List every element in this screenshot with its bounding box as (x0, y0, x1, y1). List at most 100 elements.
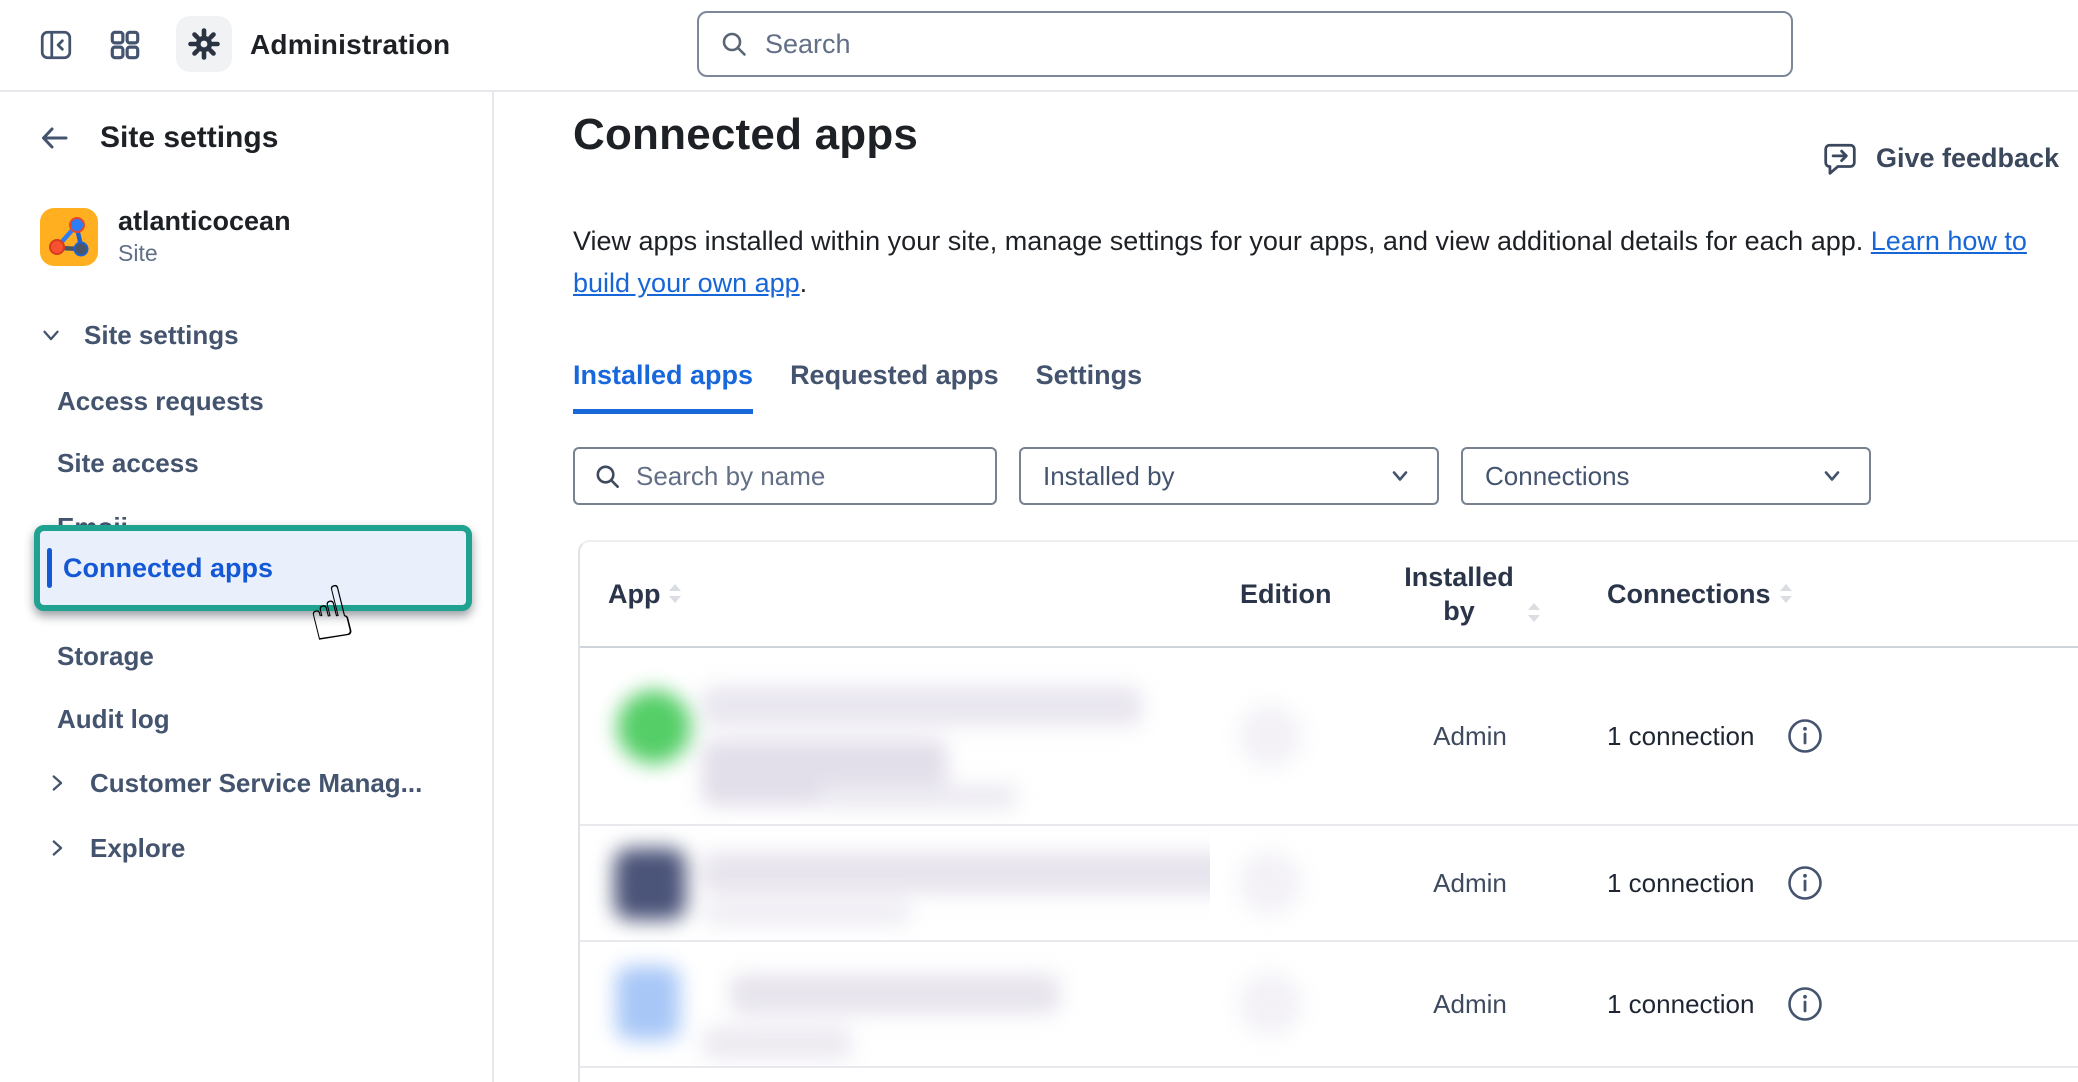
table-row[interactable]: Admin 1 connection (580, 648, 2078, 826)
app-icon-redacted (617, 690, 691, 764)
column-label: App (608, 579, 660, 610)
connections-count: 1 connection (1607, 989, 1754, 1020)
sidebar-collapse-button[interactable] (38, 27, 74, 63)
selected-indicator-bar (47, 548, 52, 588)
connections-cell: 1 connection (1560, 648, 2078, 824)
sidebar-heading: Site settings (100, 121, 278, 155)
installed-by-cell (1380, 1068, 1560, 1082)
installed-by-cell: Admin (1380, 648, 1560, 824)
connections-dropdown-label: Connections (1485, 461, 1630, 492)
sidebar-item-label: Explore (90, 833, 185, 864)
sidebar-item-connected-apps[interactable]: Connected apps (40, 531, 466, 605)
app-switcher-grid-icon (107, 27, 143, 63)
edition-cell-redacted (1210, 1068, 1380, 1082)
app-cell-redacted (580, 648, 1210, 824)
edition-cell-redacted (1210, 942, 1380, 1066)
sidebar-item-label: Site settings (84, 320, 239, 351)
search-icon (719, 29, 749, 59)
main-content: Connected apps Give feedback View apps i… (494, 92, 2078, 1082)
edition-badge-redacted (1238, 851, 1302, 915)
installed-apps-table: App Edition Installed by Connections (578, 540, 2078, 1082)
top-header: Administration (0, 0, 2078, 92)
sort-icon (1527, 602, 1541, 624)
site-type-label: Site (118, 238, 291, 268)
chevron-down-icon (1817, 461, 1847, 491)
table-row[interactable]: Admin 1 connection (580, 826, 2078, 942)
installed-by-cell: Admin (1380, 942, 1560, 1066)
tab-installed-apps[interactable]: Installed apps (573, 360, 753, 414)
give-feedback-button[interactable]: Give feedback (1822, 140, 2059, 176)
gear-icon (186, 26, 222, 62)
column-header-edition: Edition (1210, 579, 1380, 610)
connections-cell (1560, 1068, 2078, 1082)
page-title: Connected apps (573, 110, 918, 160)
column-label: Connections (1607, 579, 1771, 610)
sidebar-item-explore[interactable]: Explore (44, 826, 185, 870)
table-row[interactable]: Admin 1 connection (580, 942, 2078, 1068)
info-icon[interactable] (1786, 985, 1824, 1023)
sidebar-item-access-requests[interactable]: Access requests (57, 379, 264, 423)
column-label: Installed by (1399, 560, 1519, 628)
chevron-right-icon (44, 835, 70, 861)
tab-requested-apps[interactable]: Requested apps (790, 360, 999, 414)
description-text: View apps installed within your site, ma… (573, 226, 1863, 256)
redacted-app-info (580, 648, 1210, 824)
annotation-highlight-box: Connected apps (34, 525, 472, 611)
sidebar-item-site-settings[interactable]: Site settings (38, 313, 239, 357)
link-suffix: . (800, 268, 808, 298)
table-header-row: App Edition Installed by Connections (580, 542, 2078, 648)
column-header-installed-by[interactable]: Installed by (1380, 560, 1560, 628)
sidebar-item-storage[interactable]: Storage (57, 634, 154, 678)
edition-badge-redacted (1238, 972, 1302, 1036)
connections-count: 1 connection (1607, 721, 1754, 752)
search-by-name-input[interactable] (634, 460, 985, 493)
column-header-connections[interactable]: Connections (1560, 579, 2078, 610)
column-header-app[interactable]: App (580, 579, 1210, 610)
sidebar-item-label: Storage (57, 641, 154, 672)
give-feedback-label: Give feedback (1876, 143, 2059, 174)
tabs-divider (573, 418, 2078, 421)
edition-cell-redacted (1210, 648, 1380, 824)
connections-count: 1 connection (1607, 868, 1754, 899)
tab-settings[interactable]: Settings (1036, 360, 1143, 414)
info-icon[interactable] (1786, 717, 1824, 755)
site-identity: atlanticocean Site (40, 206, 291, 268)
info-icon[interactable] (1786, 864, 1824, 902)
app-cell-redacted (580, 826, 1210, 940)
back-row[interactable]: Site settings (0, 120, 278, 156)
settings-sidebar: Site settings atlanticocean Site Site se… (0, 92, 494, 1082)
page-title-administration: Administration (250, 29, 450, 61)
sidebar-collapse-icon (38, 27, 74, 63)
admin-gear-badge (176, 16, 232, 72)
site-logo-icon (40, 208, 98, 266)
app-icon-redacted (616, 966, 680, 1040)
table-row[interactable] (580, 1068, 2078, 1082)
connections-dropdown[interactable]: Connections (1461, 447, 1871, 505)
sidebar-item-label: Site access (57, 448, 199, 479)
edition-badge-redacted (1238, 704, 1302, 768)
sidebar-item-customer-service-management[interactable]: Customer Service Manag... (44, 761, 422, 805)
chevron-down-icon (1385, 461, 1415, 491)
sidebar-item-site-access[interactable]: Site access (57, 441, 199, 485)
app-cell-redacted (580, 1068, 1210, 1082)
site-name: atlanticocean (118, 206, 291, 236)
search-icon (593, 462, 622, 491)
app-switcher-button[interactable] (107, 27, 143, 63)
global-search[interactable] (697, 11, 1793, 77)
chevron-right-icon (44, 770, 70, 796)
edition-cell-redacted (1210, 826, 1380, 940)
sort-icon (1779, 583, 1793, 605)
global-search-input[interactable] (763, 28, 1775, 61)
feedback-bubble-icon (1822, 140, 1858, 176)
chevron-down-icon (38, 322, 64, 348)
sidebar-item-label: Connected apps (63, 553, 273, 584)
sidebar-item-audit-log[interactable]: Audit log (57, 697, 170, 741)
back-arrow-icon[interactable] (36, 120, 72, 156)
search-by-name-field[interactable] (573, 447, 997, 505)
connections-cell: 1 connection (1560, 826, 2078, 940)
sidebar-item-label: Customer Service Manag... (90, 768, 422, 799)
installed-by-dropdown-label: Installed by (1043, 461, 1175, 492)
tab-bar: Installed apps Requested apps Settings (573, 360, 1142, 414)
installed-by-dropdown[interactable]: Installed by (1019, 447, 1439, 505)
sidebar-item-label: Audit log (57, 704, 170, 735)
